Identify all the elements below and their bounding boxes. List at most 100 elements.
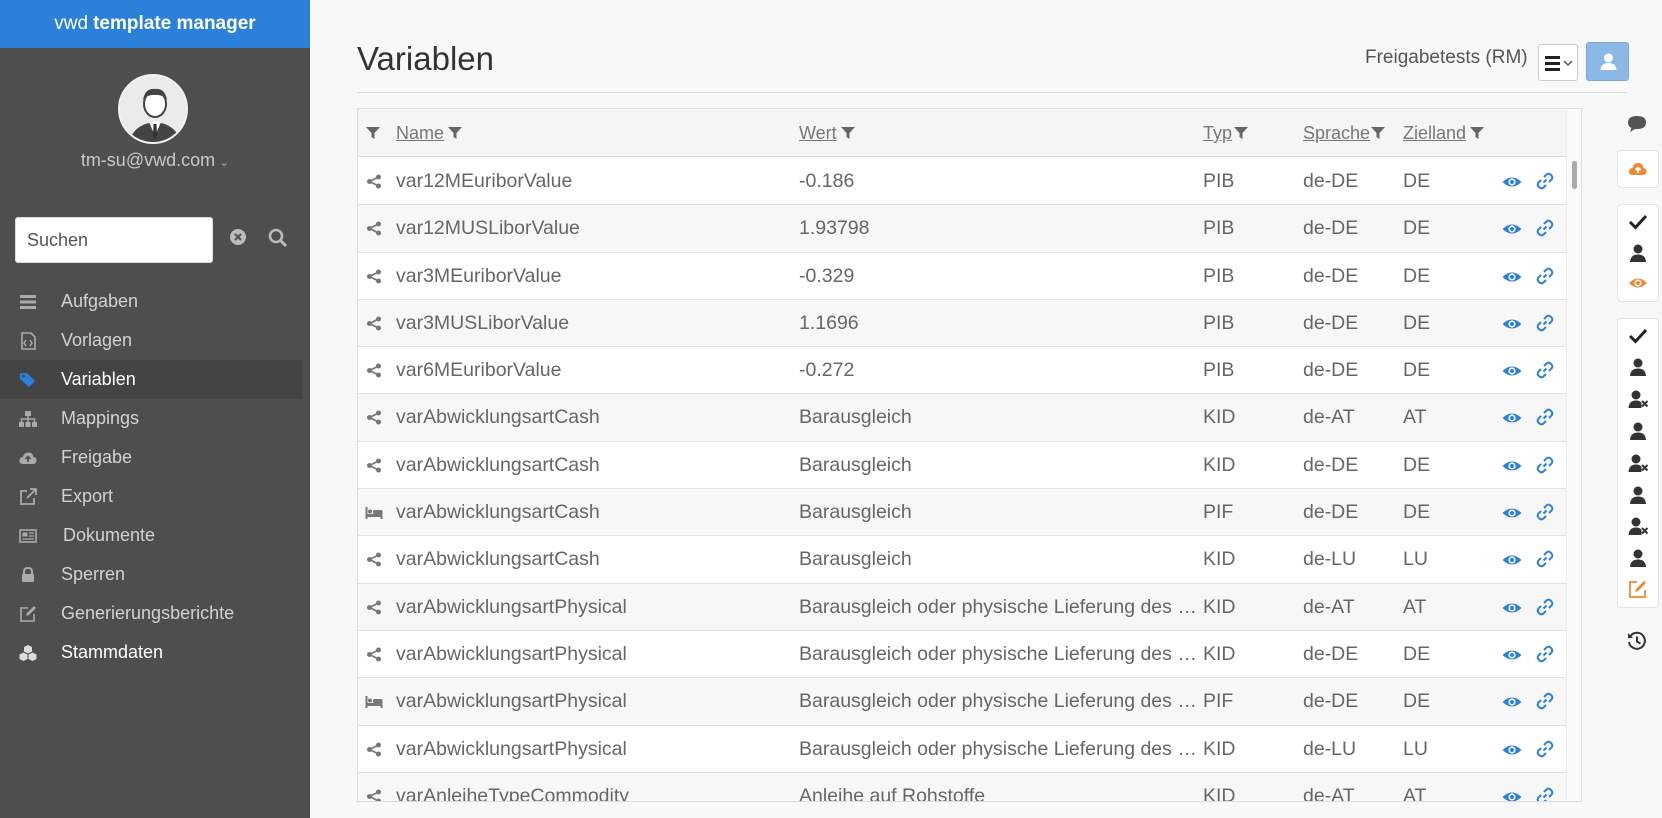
sidebar-item-mappings[interactable]: Mappings bbox=[0, 399, 302, 438]
filter-icon[interactable] bbox=[1234, 126, 1248, 140]
table-row[interactable]: varAbwicklungsartCash Barausgleich KID de-A… bbox=[358, 394, 1566, 442]
filter-icon[interactable] bbox=[448, 126, 462, 140]
link-icon[interactable] bbox=[1536, 456, 1554, 474]
eye-icon[interactable] bbox=[1502, 269, 1522, 285]
eye-icon[interactable] bbox=[1502, 600, 1522, 616]
table-row[interactable]: varAbwicklungsartCash Barausgleich PIF de-D… bbox=[358, 489, 1566, 537]
eye-icon[interactable] bbox=[1502, 316, 1522, 332]
eye-icon[interactable] bbox=[1502, 410, 1522, 426]
filter-icon[interactable] bbox=[1371, 126, 1385, 140]
table-row[interactable]: var12MEuriborValue -0.186 PIB de-DE DE bbox=[358, 158, 1566, 206]
eye-icon[interactable] bbox=[1502, 647, 1522, 663]
sidebar-item-freigabe[interactable]: Freigabe bbox=[0, 438, 302, 477]
share-icon bbox=[366, 363, 381, 378]
search-input[interactable]: Suchen bbox=[15, 217, 213, 263]
column-header-name[interactable]: Name bbox=[396, 123, 444, 144]
link-icon[interactable] bbox=[1536, 645, 1554, 663]
clear-search-icon[interactable] bbox=[229, 228, 247, 246]
check-icon[interactable] bbox=[1628, 326, 1648, 346]
column-header-typ[interactable]: Typ bbox=[1203, 123, 1232, 144]
table-row[interactable]: varAbwicklungsartCash Barausgleich KID de-L… bbox=[358, 536, 1566, 584]
table-row[interactable]: varAbwicklungsartPhysical Barausgleich od… bbox=[358, 631, 1566, 679]
eye-icon[interactable] bbox=[1502, 552, 1522, 568]
eye-icon[interactable] bbox=[1502, 458, 1522, 474]
link-icon[interactable] bbox=[1536, 598, 1554, 616]
sidebar-item-vorlagen[interactable]: Vorlagen bbox=[0, 321, 302, 360]
user-icon[interactable] bbox=[1628, 485, 1648, 505]
link-icon[interactable] bbox=[1536, 503, 1554, 521]
cell-sprache: de-AT bbox=[1303, 784, 1355, 802]
table-row[interactable]: var3MEuriborValue -0.329 PIB de-DE DE bbox=[358, 253, 1566, 300]
vertical-scrollbar[interactable] bbox=[1566, 109, 1581, 801]
cloud-upload-icon[interactable] bbox=[1628, 159, 1648, 179]
eye-icon[interactable] bbox=[1502, 505, 1522, 521]
table-row[interactable]: var12MUSLiborValue 1.93798 PIB de-DE DE bbox=[358, 205, 1566, 253]
eye-icon[interactable] bbox=[1502, 694, 1522, 710]
column-header-sprache[interactable]: Sprache bbox=[1303, 123, 1370, 144]
avatar[interactable] bbox=[118, 74, 188, 144]
link-icon[interactable] bbox=[1536, 550, 1554, 568]
sidebar-item-stammdaten[interactable]: Stammdaten bbox=[0, 633, 302, 672]
eye-icon[interactable] bbox=[1502, 789, 1522, 802]
sidebar-item-variablen[interactable]: Variablen bbox=[0, 360, 302, 399]
user-times-icon[interactable] bbox=[1628, 389, 1648, 409]
user-times-icon[interactable] bbox=[1628, 453, 1648, 473]
bed-icon bbox=[365, 507, 383, 520]
user-icon[interactable] bbox=[1628, 421, 1648, 441]
table-row[interactable]: varAbwicklungsartCash Barausgleich KID de-D… bbox=[358, 442, 1566, 490]
cell-typ: KID bbox=[1203, 406, 1236, 429]
cell-sprache: de-LU bbox=[1303, 737, 1357, 760]
eye-icon[interactable] bbox=[1502, 221, 1522, 237]
cell-name: varAbwicklungsartCash bbox=[396, 548, 600, 571]
link-icon[interactable] bbox=[1536, 740, 1554, 758]
sidebar-item-sperren[interactable]: Sperren bbox=[0, 555, 302, 594]
filter-icon[interactable] bbox=[366, 126, 380, 140]
filter-icon[interactable] bbox=[841, 126, 855, 140]
user-icon[interactable] bbox=[1628, 243, 1648, 263]
eye-icon[interactable] bbox=[1628, 273, 1648, 293]
comment-icon[interactable] bbox=[1627, 114, 1647, 134]
sidebar-item-export[interactable]: Export bbox=[0, 477, 302, 516]
link-icon[interactable] bbox=[1536, 267, 1554, 285]
table-row[interactable]: varAbwicklungsartPhysical Barausgleich od… bbox=[358, 678, 1566, 726]
sidebar-item-dokumente[interactable]: Dokumente bbox=[0, 516, 302, 555]
eye-icon[interactable] bbox=[1502, 174, 1522, 190]
sidebar-item-aufgaben[interactable]: Aufgaben bbox=[0, 282, 302, 321]
user-icon[interactable] bbox=[1628, 357, 1648, 377]
search-icon[interactable] bbox=[268, 228, 288, 248]
user-menu[interactable]: tm-su@vwd.com ⌄ bbox=[0, 150, 310, 171]
user-icon[interactable] bbox=[1628, 548, 1648, 568]
cell-typ: KID bbox=[1203, 737, 1236, 760]
link-icon[interactable] bbox=[1536, 361, 1554, 379]
cell-sprache: de-DE bbox=[1303, 359, 1359, 382]
filter-icon[interactable] bbox=[1470, 126, 1484, 140]
user-times-icon[interactable] bbox=[1628, 516, 1648, 536]
edit-icon[interactable] bbox=[1628, 579, 1648, 599]
link-icon[interactable] bbox=[1536, 787, 1554, 802]
cell-zielland: DE bbox=[1403, 453, 1431, 476]
column-header-wert[interactable]: Wert bbox=[799, 123, 837, 144]
check-icon[interactable] bbox=[1628, 212, 1648, 232]
eye-icon[interactable] bbox=[1502, 363, 1522, 379]
eye-icon[interactable] bbox=[1502, 742, 1522, 758]
table-row[interactable]: var3MUSLiborValue 1.1696 PIB de-DE DE bbox=[358, 299, 1566, 348]
environment-menu-button[interactable] bbox=[1538, 44, 1578, 81]
link-icon[interactable] bbox=[1536, 692, 1554, 710]
app-brand[interactable]: vwd template manager bbox=[0, 0, 310, 48]
user-button[interactable] bbox=[1586, 42, 1629, 81]
table-row[interactable]: varAnleiheTypeCommodity Anleihe auf Rohst… bbox=[358, 772, 1566, 802]
link-icon[interactable] bbox=[1536, 314, 1554, 332]
link-icon[interactable] bbox=[1536, 219, 1554, 237]
link-icon[interactable] bbox=[1536, 172, 1554, 190]
share-icon bbox=[366, 789, 381, 801]
sidebar-item-generierungsberichte[interactable]: Generierungsberichte bbox=[0, 594, 302, 633]
scrollbar-thumb[interactable] bbox=[1572, 161, 1577, 189]
link-icon[interactable] bbox=[1536, 408, 1554, 426]
cell-zielland: LU bbox=[1403, 548, 1428, 571]
history-icon[interactable] bbox=[1627, 631, 1647, 651]
column-header-zielland[interactable]: Zielland bbox=[1403, 123, 1466, 144]
table-row[interactable]: varAbwicklungsartPhysical Barausgleich od… bbox=[358, 726, 1566, 773]
cell-wert: Barausgleich oder physische Lieferung de… bbox=[799, 642, 1197, 665]
table-row[interactable]: var6MEuriborValue -0.272 PIB de-DE DE bbox=[358, 347, 1566, 395]
table-row[interactable]: varAbwicklungsartPhysical Barausgleich od… bbox=[358, 583, 1566, 631]
